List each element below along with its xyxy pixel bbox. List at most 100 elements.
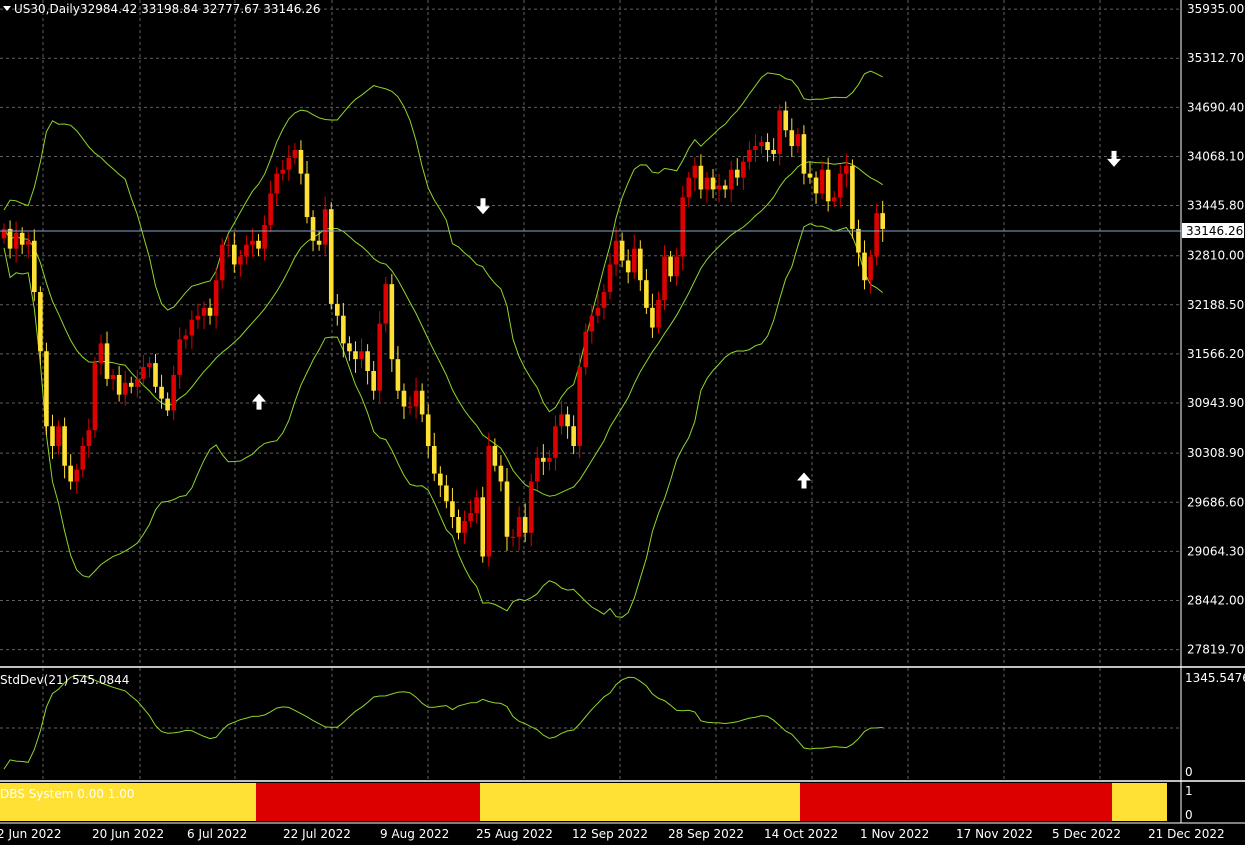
candle-body	[504, 481, 510, 537]
dbs-scale-top: 1	[1185, 784, 1193, 798]
current-price-label: 33146.26	[1186, 224, 1243, 238]
candle-body	[395, 359, 401, 391]
time-tick-label: 1 Nov 2022	[860, 827, 929, 841]
candle-body	[183, 335, 189, 340]
candle-body	[389, 284, 395, 360]
candle-body	[450, 501, 455, 518]
price-tick-label: 31566.20	[1187, 347, 1244, 361]
price-tick-label: 28442.00	[1187, 594, 1244, 608]
candle-body	[316, 240, 322, 245]
price-axis-labels: 35935.00 35312.70 34690.40 34068.10 33445.80…	[1187, 2, 1244, 657]
candle-body	[765, 142, 770, 150]
price-tick-label: 35935.00	[1187, 2, 1244, 16]
ohlc-readout: 32984.42 33198.84 32777.67 33146.26	[80, 2, 320, 16]
candle-body	[92, 363, 98, 431]
price-tick-label: 30308.90	[1187, 446, 1244, 460]
candle-body	[553, 426, 558, 458]
candle-body	[468, 513, 473, 521]
candle-body	[62, 426, 67, 466]
candle-body	[522, 517, 528, 533]
price-tick-label: 32810.00	[1187, 249, 1244, 263]
chart-window[interactable]: 35935.00 35312.70 34690.40 34068.10 33445.80…	[0, 0, 1245, 845]
candle-body	[625, 260, 631, 273]
time-axis-labels: 2 Jun 2022 20 Jun 2022 6 Jul 2022 22 Jul 20…	[0, 827, 1225, 841]
candle-body	[359, 351, 364, 360]
stddev-scale-max: 1345.5476	[1185, 671, 1245, 685]
candle-body	[734, 169, 740, 178]
candle-body	[165, 398, 170, 411]
candle-body	[128, 382, 134, 387]
candle-body	[662, 256, 667, 300]
candle-body	[7, 228, 13, 249]
candle-body	[589, 315, 595, 332]
candle-body	[268, 193, 273, 225]
dbs-label: DBS System 0.00 1.00	[0, 787, 135, 801]
price-tick-label: 32188.50	[1187, 298, 1244, 312]
candle-body	[668, 256, 673, 277]
candle-body	[644, 280, 649, 308]
price-tick-label: 33445.80	[1187, 199, 1244, 213]
candle-body	[32, 240, 37, 293]
candle-body	[825, 169, 831, 202]
candle-body	[486, 445, 492, 557]
candle-body	[341, 315, 346, 344]
time-tick-label: 6 Jul 2022	[187, 827, 247, 841]
candle-body	[225, 244, 231, 246]
dbs-scale-bottom: 0	[1185, 808, 1193, 822]
candle-body	[213, 280, 219, 316]
time-tick-label: 14 Oct 2022	[764, 827, 838, 841]
band-lower	[3, 223, 884, 618]
price-tick-label: 29064.30	[1187, 544, 1244, 558]
candle-body	[498, 465, 504, 482]
candle-body	[631, 248, 637, 273]
price-tick-label: 29686.60	[1187, 495, 1244, 509]
candle-body	[250, 240, 255, 245]
candle-body	[801, 134, 807, 174]
time-tick-label: 12 Sep 2022	[572, 827, 648, 841]
chart-menu-icon[interactable]	[3, 6, 11, 11]
candle-body	[365, 351, 370, 371]
candle-body	[122, 382, 128, 395]
candle-body	[559, 414, 564, 427]
candle-body	[56, 426, 61, 446]
time-tick-label: 9 Aug 2022	[380, 827, 449, 841]
candle-body	[68, 465, 73, 482]
candle-body	[444, 485, 449, 502]
candle-body	[201, 307, 207, 316]
stddev-scale-min: 0	[1185, 765, 1193, 779]
candle-body	[710, 177, 716, 190]
candle-body	[880, 213, 885, 229]
stddev-label: StdDev(21) 545.0844	[0, 673, 129, 687]
candle-body	[534, 457, 540, 482]
stddev-line	[3, 674, 883, 770]
candle-body	[19, 232, 25, 245]
candle-body	[207, 307, 213, 316]
candle-body	[656, 299, 661, 328]
candle-body	[674, 256, 679, 277]
candle-body	[231, 244, 237, 265]
candle-body	[25, 240, 31, 245]
candle-body	[322, 209, 328, 245]
candle-body	[783, 110, 789, 131]
candle-body	[413, 390, 419, 407]
candle-body	[619, 240, 625, 261]
dbs-segment	[1112, 783, 1167, 821]
candle-body	[1, 228, 7, 239]
candle-body	[583, 331, 589, 368]
candle-body	[104, 343, 110, 379]
candle-body	[347, 343, 352, 352]
candle-body	[716, 185, 722, 190]
candle-body	[771, 149, 776, 154]
price-tick-label: 30943.90	[1187, 396, 1244, 410]
candle-body	[135, 378, 140, 387]
candle-body	[377, 323, 383, 391]
candle-body	[795, 134, 801, 147]
candle-body	[692, 165, 698, 178]
candle-body	[116, 374, 122, 395]
candle-body	[153, 363, 158, 387]
candle-body	[353, 351, 358, 360]
candle-body	[680, 197, 686, 257]
candle-body	[274, 173, 279, 194]
candle-body	[541, 457, 546, 462]
candle-body	[419, 390, 425, 415]
